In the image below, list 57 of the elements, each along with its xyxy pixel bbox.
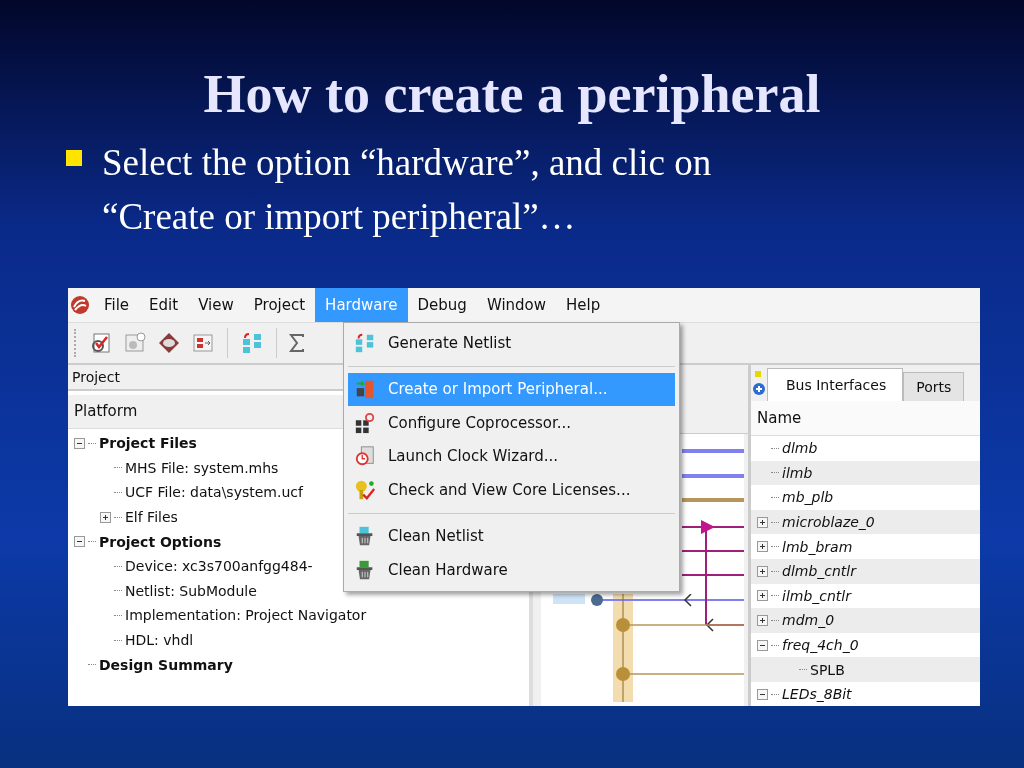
tab[interactable]: Bus Interfaces	[767, 368, 904, 401]
tree-item[interactable]: LEDs_8Bit	[782, 686, 852, 703]
menu-option[interactable]: Launch Clock Wizard...	[348, 439, 675, 473]
tree-item[interactable]: mdm_0	[782, 612, 835, 629]
clock-icon	[354, 445, 376, 468]
tab[interactable]: Ports	[903, 372, 965, 401]
tree-item[interactable]: Project Files	[99, 435, 197, 452]
bullet-icon	[66, 150, 82, 166]
menu-item[interactable]: Help	[556, 288, 611, 322]
tree-item[interactable]: ilmb_cntlr	[782, 587, 851, 604]
tree-item[interactable]: dlmb	[782, 440, 818, 457]
menu-item[interactable]: File	[94, 288, 140, 322]
tree-item[interactable]: ilmb	[782, 464, 813, 481]
menu-item[interactable]: Edit	[139, 288, 189, 322]
tree-item[interactable]: SPLB	[810, 661, 845, 678]
tree-item[interactable]: Design Summary	[99, 656, 233, 673]
menu-item[interactable]: Project	[243, 288, 316, 322]
tree-item[interactable]: Device: xc3s700anfgg484-	[125, 558, 313, 575]
collapse-icon[interactable]	[74, 536, 85, 548]
column-header[interactable]: Name	[751, 401, 980, 436]
slide-title: How to create a peripheral	[202, 63, 822, 126]
netlist-icon	[354, 331, 376, 354]
coprocessor-icon	[354, 411, 376, 434]
peripheral-icon	[354, 378, 376, 401]
expand-icon[interactable]	[757, 516, 768, 528]
netlist-icon[interactable]	[240, 331, 264, 355]
menu-item[interactable]: Window	[476, 288, 557, 322]
bullet-text: Select the option “hardware”, and clic on “Create or import peripheral”…	[102, 141, 713, 239]
diamond-icon[interactable]	[157, 331, 181, 355]
tree-item[interactable]: Elf Files	[125, 509, 178, 526]
tree-item[interactable]: HDL: vhdl	[125, 632, 194, 649]
collapse-icon[interactable]	[757, 688, 768, 700]
key-icon	[354, 478, 376, 501]
tree-item[interactable]: MHS File: system.mhs	[125, 459, 279, 476]
collapse-icon[interactable]	[757, 639, 768, 651]
expand-icon[interactable]	[757, 565, 768, 577]
tree-item[interactable]: freq_4ch_0	[782, 637, 859, 654]
menu-option[interactable]: Generate Netlist	[348, 326, 675, 360]
menu-item[interactable]: Debug	[407, 288, 477, 322]
sigma-icon[interactable]	[289, 334, 305, 352]
expand-icon[interactable]	[757, 590, 768, 602]
tree-item[interactable]: Project Options	[99, 533, 222, 550]
menu-item[interactable]: View	[188, 288, 244, 322]
app-logo-icon[interactable]	[70, 295, 90, 315]
expand-icon[interactable]	[757, 614, 768, 626]
tree-item[interactable]: mb_plb	[782, 489, 834, 506]
tree-item[interactable]: Netlist: SubModule	[125, 582, 257, 599]
tree-item[interactable]: UCF File: data\system.ucf	[125, 484, 303, 501]
menu-option[interactable]: Clean Netlist	[348, 519, 675, 553]
expand-icon[interactable]	[100, 511, 111, 523]
tree-item[interactable]: lmb_bram	[782, 538, 853, 555]
menu-option[interactable]: Clean Hardware	[348, 553, 675, 587]
expand-icon[interactable]	[757, 541, 768, 553]
check-document-icon[interactable]	[89, 331, 113, 355]
tree-item[interactable]: Implementation: Project Navigator	[125, 607, 367, 624]
menu-option[interactable]: Check and View Core Licenses...	[348, 473, 675, 507]
collapse-icon[interactable]	[74, 437, 85, 449]
